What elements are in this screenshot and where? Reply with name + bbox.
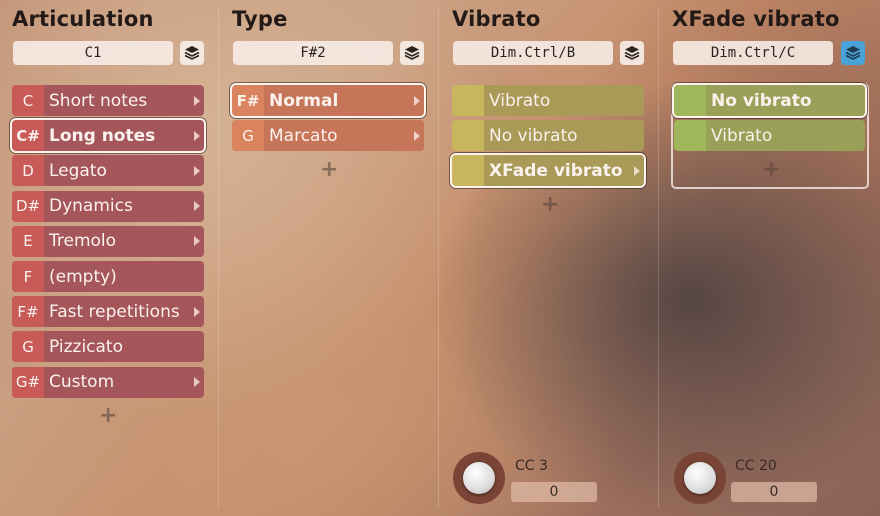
cc-value-field[interactable]: 0 <box>511 482 597 502</box>
item-label: No vibrato <box>489 125 578 146</box>
item-label: Dynamics <box>49 196 133 217</box>
column-title: Vibrato <box>452 7 541 31</box>
list-item[interactable]: F (empty) <box>12 261 204 292</box>
key-field[interactable]: Dim.Ctrl/C <box>673 41 833 65</box>
cc-label: CC 20 <box>735 458 777 474</box>
item-key <box>452 155 484 187</box>
layers-icon <box>404 46 420 60</box>
list-item[interactable]: D Legato <box>12 155 204 187</box>
list-item[interactable]: C Short notes <box>12 85 204 116</box>
cc-label: CC 3 <box>515 458 548 474</box>
item-label: XFade vibrato <box>489 160 623 181</box>
item-key: D# <box>12 190 44 222</box>
list-item[interactable]: No vibrato <box>452 120 644 152</box>
item-label: (empty) <box>49 266 117 287</box>
triangle-right-icon <box>194 306 200 317</box>
item-key: C <box>12 85 44 116</box>
item-label: Legato <box>49 160 107 181</box>
articulation-column: Articulation C1 C Short notes C# Long notes… <box>0 0 218 516</box>
triangle-right-icon <box>194 130 200 141</box>
item-label: Short notes <box>49 90 148 111</box>
list-item[interactable]: E Tremolo <box>12 225 204 257</box>
column-divider <box>658 8 659 508</box>
layers-button[interactable] <box>841 41 865 65</box>
xfade-vibrato-column: XFade vibrato Dim.Ctrl/C No vibrato Vibra… <box>660 0 880 516</box>
item-key: G# <box>12 366 44 398</box>
layers-button[interactable] <box>400 41 424 65</box>
type-column: Type F#2 F# Normal G Marcato + <box>220 0 438 516</box>
triangle-right-icon <box>414 130 420 141</box>
item-key: G <box>232 120 264 152</box>
list-item[interactable]: XFade vibrato <box>450 153 646 189</box>
column-title: XFade vibrato <box>672 7 840 31</box>
item-label: Vibrato <box>711 125 773 146</box>
knob-cap <box>463 462 495 494</box>
layers-button[interactable] <box>620 41 644 65</box>
column-divider <box>218 8 219 508</box>
list-item[interactable]: G Marcato <box>232 120 424 152</box>
triangle-right-icon <box>194 201 200 212</box>
triangle-right-icon <box>194 165 200 176</box>
add-xfade-button[interactable]: + <box>762 157 780 182</box>
column-title: Articulation <box>12 7 154 31</box>
list-item[interactable]: Vibrato <box>674 120 865 152</box>
item-label: Long notes <box>49 125 156 146</box>
item-label: Pizzicato <box>49 336 124 357</box>
item-label: Tremolo <box>49 231 117 252</box>
item-key: F# <box>232 85 264 116</box>
list-item[interactable]: F# Normal <box>230 83 426 118</box>
triangle-right-icon <box>414 95 420 106</box>
column-divider <box>438 8 439 508</box>
triangle-right-icon <box>194 95 200 106</box>
layers-button[interactable] <box>180 41 204 65</box>
item-key: D <box>12 155 44 187</box>
triangle-right-icon <box>194 377 200 388</box>
cc-value-field[interactable]: 0 <box>731 482 817 502</box>
key-field[interactable]: F#2 <box>233 41 393 65</box>
item-key <box>674 85 706 116</box>
item-key <box>674 120 706 152</box>
list-item[interactable]: G# Custom <box>12 366 204 398</box>
item-key: C# <box>12 120 44 152</box>
add-articulation-button[interactable]: + <box>99 403 117 428</box>
list-item[interactable]: Vibrato <box>452 85 644 116</box>
vibrato-column: Vibrato Dim.Ctrl/B Vibrato No vibrato XFad… <box>440 0 658 516</box>
item-key <box>452 85 484 116</box>
item-label: Vibrato <box>489 90 551 111</box>
item-label: Marcato <box>269 125 338 146</box>
layers-icon <box>624 46 640 60</box>
item-key: E <box>12 225 44 257</box>
item-key <box>452 120 484 152</box>
triangle-right-icon <box>634 165 640 176</box>
list-item[interactable]: D# Dynamics <box>12 190 204 222</box>
layers-icon <box>845 46 861 60</box>
triangle-right-icon <box>194 236 200 247</box>
item-label: No vibrato <box>711 90 812 111</box>
layers-icon <box>184 46 200 60</box>
list-item[interactable]: G Pizzicato <box>12 331 204 363</box>
item-label: Normal <box>269 90 339 111</box>
item-label: Custom <box>49 372 115 393</box>
column-title: Type <box>232 7 288 31</box>
knob-cap <box>684 462 716 494</box>
item-key: G <box>12 331 44 363</box>
list-item[interactable]: No vibrato <box>672 83 867 118</box>
item-key: F# <box>12 296 44 328</box>
add-vibrato-button[interactable]: + <box>541 192 559 217</box>
list-item[interactable]: C# Long notes <box>10 118 206 154</box>
item-key: F <box>12 261 44 292</box>
list-item[interactable]: F# Fast repetitions <box>12 296 204 328</box>
key-field[interactable]: C1 <box>13 41 173 65</box>
key-field[interactable]: Dim.Ctrl/B <box>453 41 613 65</box>
item-label: Fast repetitions <box>49 301 180 322</box>
add-type-button[interactable]: + <box>320 157 338 182</box>
